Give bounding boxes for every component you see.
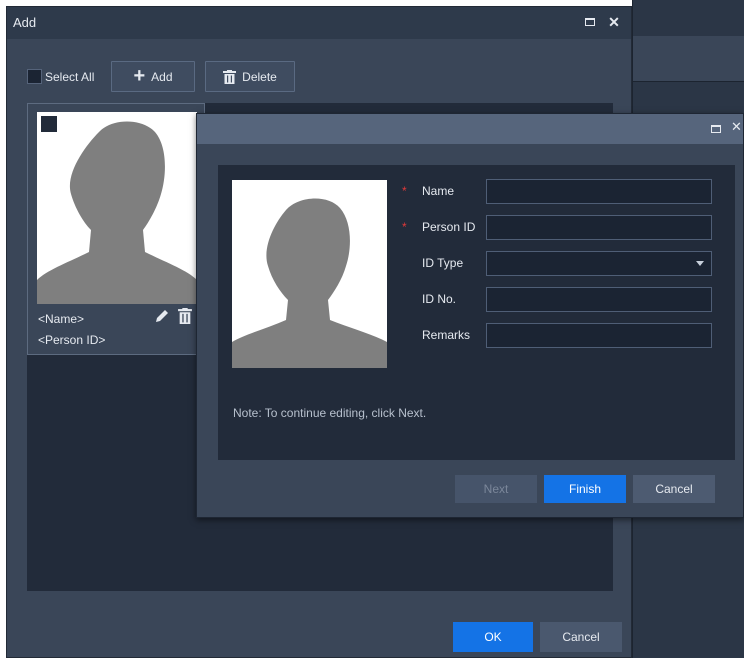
add-dialog-title: Add	[13, 15, 37, 30]
person-card-id: <Person ID>	[38, 333, 106, 347]
required-marker: *	[402, 184, 407, 198]
background-window-band	[633, 36, 744, 82]
person-dialog-titlebar: ✕	[197, 114, 743, 144]
delete-button-label: Delete	[242, 69, 277, 84]
add-button-label: Add	[151, 69, 173, 84]
next-button[interactable]: Next	[455, 475, 537, 503]
id-no-input[interactable]	[486, 287, 712, 312]
ok-button[interactable]: OK	[453, 622, 533, 652]
editing-note: Note: To continue editing, click Next.	[233, 406, 427, 420]
close-icon[interactable]: ✕	[731, 119, 744, 137]
cancel-button[interactable]: Cancel	[540, 622, 622, 652]
remarks-label: Remarks	[422, 328, 471, 342]
person-silhouette-icon	[232, 198, 387, 368]
maximize-icon[interactable]	[581, 13, 599, 31]
remarks-input[interactable]	[486, 323, 712, 348]
id-no-label: ID No.	[422, 292, 457, 306]
id-type-select[interactable]	[486, 251, 712, 276]
select-all-label[interactable]: Select All	[45, 70, 94, 84]
edit-icon[interactable]	[154, 308, 170, 324]
person-photo[interactable]	[232, 180, 387, 368]
delete-icon[interactable]	[178, 308, 192, 324]
id-type-label: ID Type	[422, 256, 464, 270]
add-dialog-titlebar: Add ✕	[7, 7, 631, 39]
plus-icon: +	[133, 64, 146, 87]
person-card-checkbox[interactable]	[41, 116, 57, 132]
add-button[interactable]: + Add	[111, 61, 195, 92]
person-card[interactable]: <Name> <Person ID>	[27, 103, 205, 355]
trash-icon	[223, 69, 237, 84]
person-id-label: Person ID	[422, 220, 476, 234]
person-info-dialog: ✕ * Name * Person ID ID Type ID No. Rema…	[196, 113, 744, 518]
name-input[interactable]	[486, 179, 712, 204]
person-id-input[interactable]	[486, 215, 712, 240]
select-all-checkbox[interactable]	[27, 69, 42, 84]
person-silhouette-icon	[37, 112, 197, 304]
delete-button[interactable]: Delete	[205, 61, 295, 92]
name-label: Name	[422, 184, 455, 198]
finish-button[interactable]: Finish	[544, 475, 626, 503]
person-card-name: <Name>	[38, 312, 85, 326]
person-dialog-cancel-button[interactable]: Cancel	[633, 475, 715, 503]
maximize-icon[interactable]	[707, 120, 725, 138]
person-form-panel: * Name * Person ID ID Type ID No. Remark…	[218, 165, 735, 460]
chevron-down-icon	[696, 261, 704, 266]
close-icon[interactable]: ✕	[605, 13, 623, 31]
required-marker: *	[402, 220, 407, 234]
